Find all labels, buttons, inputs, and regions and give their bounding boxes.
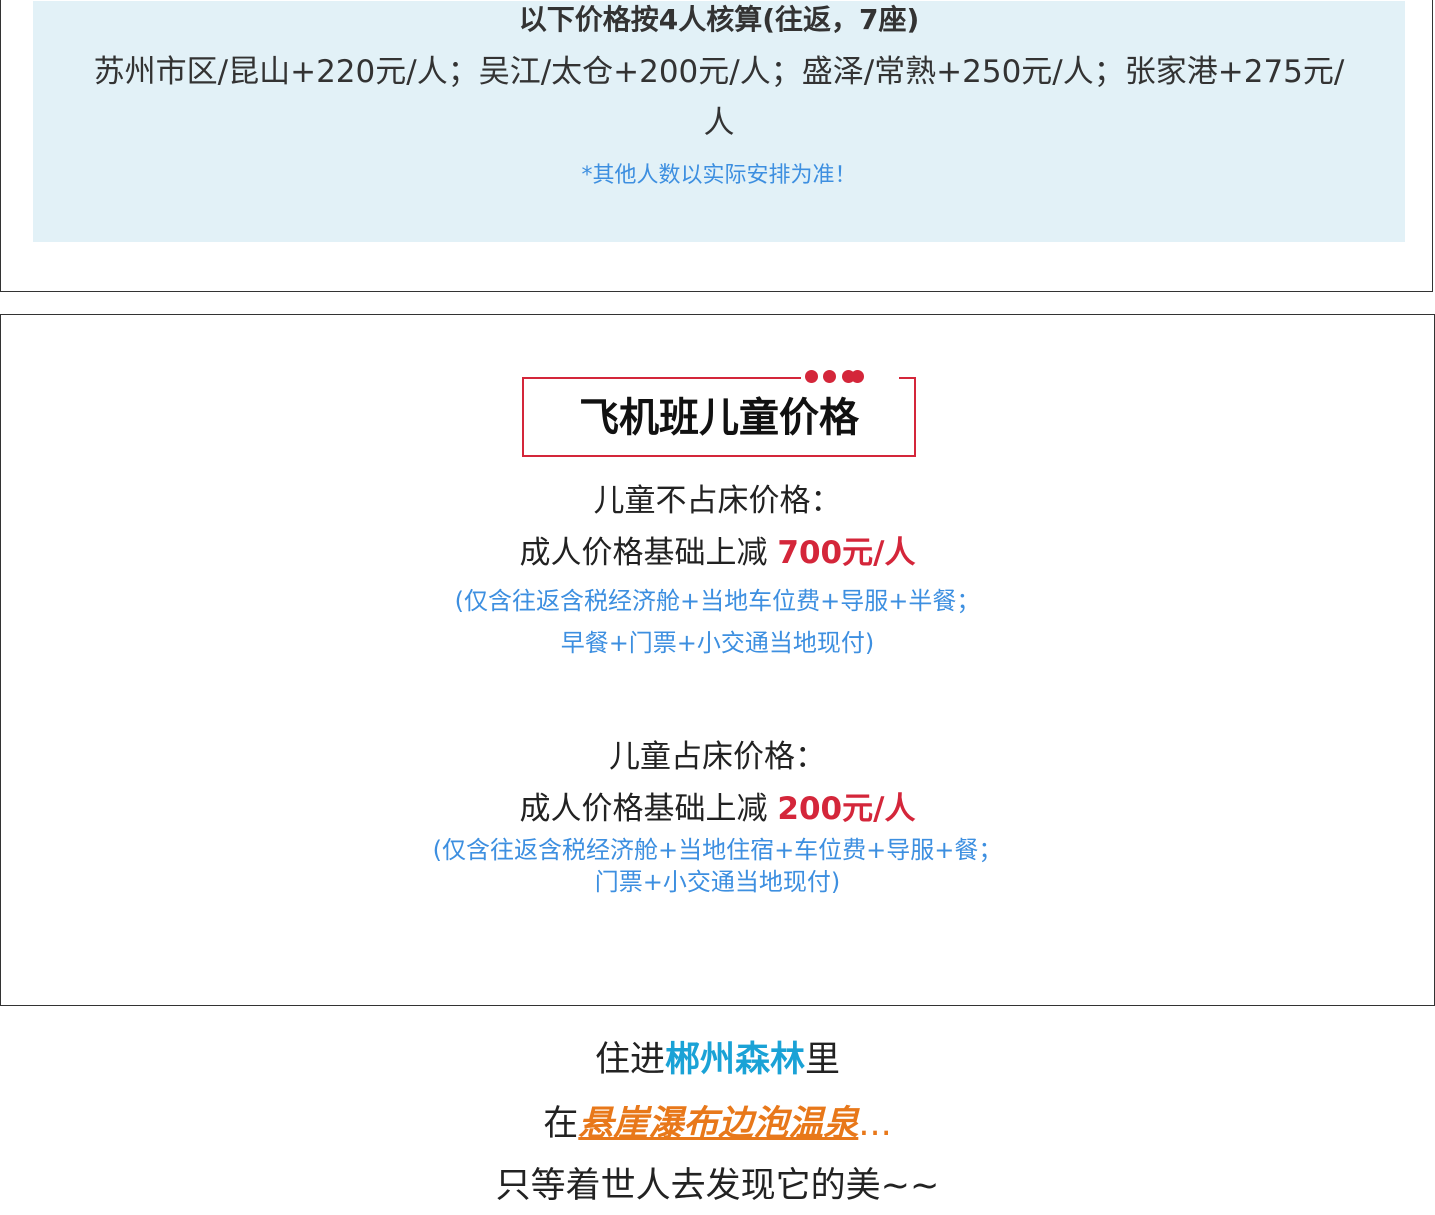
no-bed-price-amount: 700元/人 xyxy=(777,535,916,571)
route-pricing-panel: 以下价格按4人核算(往返，7座) 苏州市区/昆山+220元/人；吴江/太仓+20… xyxy=(33,1,1405,242)
with-bed-price-line: 成人价格基础上减 200元/人 xyxy=(1,789,1434,829)
no-bed-price-prefix: 成人价格基础上减 xyxy=(519,535,778,571)
route-pricing-note: *其他人数以实际安排为准！ xyxy=(581,163,857,188)
tagline-line2-prefix: 在 xyxy=(543,1104,579,1144)
child-price-heading: 飞机班儿童价格 xyxy=(579,395,859,441)
decor-dot-icon xyxy=(823,370,836,383)
tagline-line1-highlight: 郴州森林 xyxy=(664,1040,805,1080)
tagline-line1-prefix: 住进 xyxy=(594,1040,665,1080)
tagline-line1-suffix: 里 xyxy=(805,1040,841,1080)
with-bed-note-line2: 门票+小交通当地现付) xyxy=(594,868,841,896)
with-bed-label: 儿童占床价格： xyxy=(609,739,826,775)
no-bed-label: 儿童不占床价格： xyxy=(593,483,842,519)
decor-dot-icon xyxy=(805,370,818,383)
with-bed-price-prefix: 成人价格基础上减 xyxy=(519,791,778,827)
no-bed-note-line2: 早餐+门票+小交通当地现付) xyxy=(560,629,875,657)
decor-dot-icon xyxy=(851,370,864,383)
tagline-line2-highlight: 悬崖瀑布边泡温泉 xyxy=(578,1104,859,1144)
with-bed-note-line1: (仅含往返含税经济舱+当地住宿+车位费+导服+餐； xyxy=(432,836,1003,864)
route-pricing-title: 以下价格按4人核算(往返，7座) xyxy=(518,3,920,36)
tagline-line1: 住进郴州森林里 xyxy=(0,1038,1435,1082)
tagline-line3: 只等着世人去发现它的美~~ xyxy=(495,1166,940,1206)
no-bed-price-line: 成人价格基础上减 700元/人 xyxy=(1,533,1434,573)
tagline-line2: 在悬崖瀑布边泡温泉... xyxy=(0,1102,1435,1146)
child-price-section: 飞机班儿童价格 儿童不占床价格： 成人价格基础上减 700元/人 (仅含往返含税… xyxy=(0,314,1435,1006)
route-pricing-section: 以下价格按4人核算(往返，7座) 苏州市区/昆山+220元/人；吴江/太仓+20… xyxy=(0,0,1433,292)
no-bed-note-line1: (仅含往返含税经济舱+当地车位费+导服+半餐； xyxy=(454,587,981,615)
child-price-heading-frame: 飞机班儿童价格 xyxy=(522,370,916,457)
route-pricing-body: 苏州市区/昆山+220元/人；吴江/太仓+200元/人；盛泽/常熟+250元/人… xyxy=(93,54,1345,141)
with-bed-price-amount: 200元/人 xyxy=(777,791,916,827)
tagline-line2-suffix: ... xyxy=(858,1104,892,1144)
